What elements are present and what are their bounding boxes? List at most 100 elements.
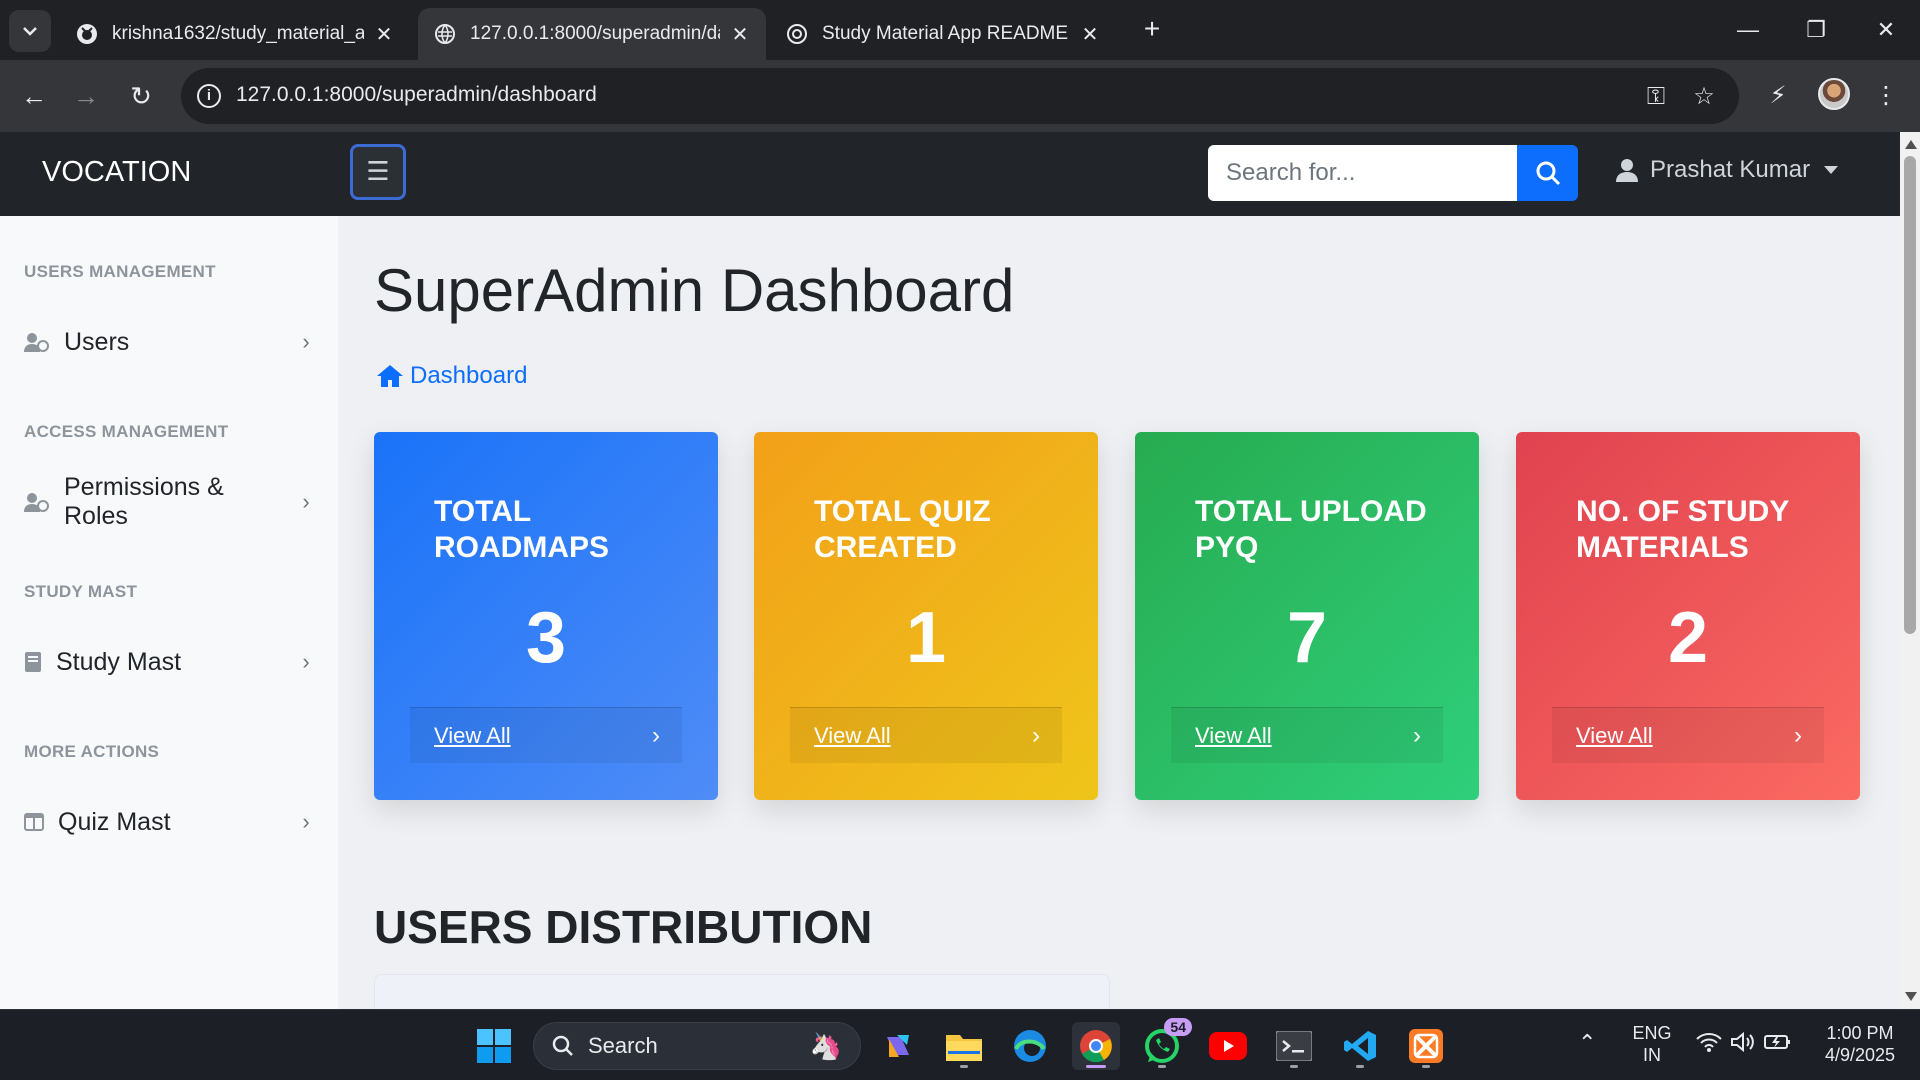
sidebar-item-study-mast[interactable]: Study Mast › — [24, 640, 318, 684]
card-value: 2 — [1667, 598, 1709, 678]
close-tab-icon[interactable]: ✕ — [374, 22, 394, 47]
running-indicator — [1158, 1065, 1166, 1068]
tab-title: krishna1632/study_material_app — [112, 23, 364, 44]
taskbar: Search 🦄 54 ⌃ ENG IN 1:00 PM 4/9/2025 — [0, 1009, 1920, 1080]
bookmark-star-icon[interactable]: ☆ — [1689, 82, 1719, 112]
taskbar-xampp[interactable] — [1402, 1022, 1450, 1070]
key-icon[interactable]: ⚿ — [1641, 82, 1671, 112]
url-text[interactable]: 127.0.0.1:8000/superadmin/dashboard — [236, 83, 597, 107]
sidebar-item-label: Study Mast — [56, 647, 182, 676]
site-info-icon[interactable]: i — [197, 84, 221, 108]
more-menu-icon[interactable]: ⋮ — [1868, 78, 1904, 114]
navbar-search — [1208, 145, 1578, 201]
running-indicator — [1290, 1065, 1298, 1068]
region-code: IN — [1643, 1045, 1661, 1065]
youtube-icon — [1209, 1032, 1247, 1060]
close-tab-icon[interactable]: ✕ — [730, 22, 750, 47]
minimize-button[interactable]: — — [1728, 12, 1768, 48]
scroll-up-icon[interactable] — [1905, 140, 1917, 149]
view-all-link[interactable]: View All — [1576, 723, 1794, 749]
restore-button[interactable]: ❐ — [1796, 12, 1836, 48]
sidebar-item-permissions[interactable]: Permissions & Roles › — [24, 473, 318, 530]
scroll-down-icon[interactable] — [1905, 992, 1917, 1001]
card-label: TOTAL UPLOAD PYQ — [1195, 495, 1427, 564]
card-footer[interactable]: View All › — [410, 707, 682, 763]
view-all-link[interactable]: View All — [1195, 723, 1413, 749]
main-content: SuperAdmin Dashboard Dashboard TOTAL ROA… — [338, 216, 1900, 1009]
home-icon — [377, 365, 403, 387]
stat-card-study-materials: NO. OF STUDY MATERIALS 2 View All › — [1516, 432, 1860, 800]
browser-tab-dashboard[interactable]: 127.0.0.1:8000/superadmin/dashboard ✕ — [418, 8, 766, 60]
search-icon — [552, 1035, 573, 1056]
taskbar-search[interactable]: Search 🦄 — [533, 1022, 861, 1070]
windows-icon — [477, 1029, 511, 1063]
reload-button[interactable]: ↻ — [123, 78, 159, 114]
card-label: TOTAL QUIZ CREATED — [814, 495, 991, 564]
sidebar-item-quiz-mast[interactable]: Quiz Mast › — [24, 800, 318, 844]
brand-logo[interactable]: VOCATION — [42, 156, 191, 189]
page-title: SuperAdmin Dashboard — [374, 257, 1015, 324]
breadcrumb[interactable]: Dashboard — [376, 362, 527, 390]
search-input[interactable] — [1208, 145, 1518, 201]
taskbar-file-explorer[interactable] — [940, 1022, 988, 1070]
taskbar-chrome[interactable] — [1072, 1022, 1120, 1070]
taskbar-edge[interactable] — [1006, 1022, 1054, 1070]
performance-icon[interactable]: ⚡ — [1760, 78, 1796, 114]
tab-title: Study Material App README — [822, 23, 1069, 44]
card-value: 1 — [905, 598, 947, 678]
sidebar-item-users[interactable]: Users › — [24, 320, 318, 364]
globe-icon — [434, 23, 456, 45]
running-indicator — [1356, 1065, 1364, 1068]
caret-down-icon — [1824, 166, 1839, 174]
view-all-link[interactable]: View All — [434, 723, 652, 749]
taskbar-copilot[interactable] — [874, 1022, 922, 1070]
card-value: 3 — [525, 598, 567, 678]
close-tab-icon[interactable]: ✕ — [1080, 22, 1100, 47]
page-scrollbar[interactable] — [1900, 132, 1920, 1009]
card-footer[interactable]: View All › — [1552, 707, 1824, 763]
taskbar-terminal[interactable] — [1270, 1022, 1318, 1070]
sidebar-heading: MORE ACTIONS — [24, 742, 160, 761]
user-dropdown[interactable]: Prashat Kumar — [1616, 156, 1839, 184]
card-value: 7 — [1286, 598, 1328, 678]
volume-icon[interactable] — [1730, 1031, 1756, 1057]
running-indicator — [1422, 1065, 1430, 1068]
browser-tab-github[interactable]: krishna1632/study_material_app ✕ — [60, 8, 410, 60]
taskbar-whatsapp[interactable]: 54 — [1138, 1018, 1192, 1070]
profile-avatar[interactable] — [1818, 78, 1850, 110]
view-all-link[interactable]: View All — [814, 723, 1032, 749]
clock-time: 1:00 PM — [1826, 1023, 1894, 1043]
back-button[interactable]: ← — [16, 78, 52, 114]
taskbar-vscode[interactable] — [1336, 1022, 1384, 1070]
wifi-icon[interactable] — [1696, 1032, 1722, 1057]
terminal-icon — [1276, 1031, 1312, 1061]
notification-badge: 54 — [1164, 1018, 1192, 1036]
chevron-up-icon[interactable]: ⌃ — [1578, 1032, 1596, 1054]
address-bar[interactable]: i 127.0.0.1:8000/superadmin/dashboard ⚿ … — [181, 68, 1739, 124]
chevron-right-icon: › — [1032, 721, 1040, 749]
copilot-icon — [887, 1035, 909, 1057]
book-icon — [24, 652, 42, 672]
sidebar-item-label: Users — [64, 327, 130, 356]
forward-button[interactable]: → — [68, 78, 104, 114]
clock-date: 4/9/2025 — [1824, 1045, 1896, 1065]
windows-start-button[interactable] — [470, 1022, 518, 1070]
browser-toolbar: ← → ↻ i 127.0.0.1:8000/superadmin/dashbo… — [0, 60, 1920, 132]
stat-card-pyq: TOTAL UPLOAD PYQ 7 View All › — [1135, 432, 1479, 800]
clock[interactable]: 1:00 PM 4/9/2025 — [1812, 1022, 1908, 1066]
sidebar-heading: ACCESS MANAGEMENT — [24, 422, 229, 441]
section-title: USERS DISTRIBUTION — [374, 901, 873, 953]
battery-icon[interactable] — [1764, 1032, 1792, 1057]
card-footer[interactable]: View All › — [790, 707, 1062, 763]
scrollbar-thumb[interactable] — [1904, 156, 1916, 634]
card-footer[interactable]: View All › — [1171, 707, 1443, 763]
taskbar-youtube[interactable] — [1204, 1022, 1252, 1070]
new-tab-button[interactable]: + — [1137, 14, 1167, 44]
sidebar-toggle-button[interactable]: ☰ — [350, 144, 406, 200]
browser-tab-readme[interactable]: Study Material App README ✕ — [770, 8, 1116, 60]
language-indicator[interactable]: ENG IN — [1630, 1022, 1674, 1066]
user-icon — [1616, 159, 1638, 182]
tab-search-button[interactable] — [9, 10, 51, 52]
search-button[interactable] — [1517, 145, 1578, 201]
close-window-button[interactable]: ✕ — [1866, 12, 1906, 48]
